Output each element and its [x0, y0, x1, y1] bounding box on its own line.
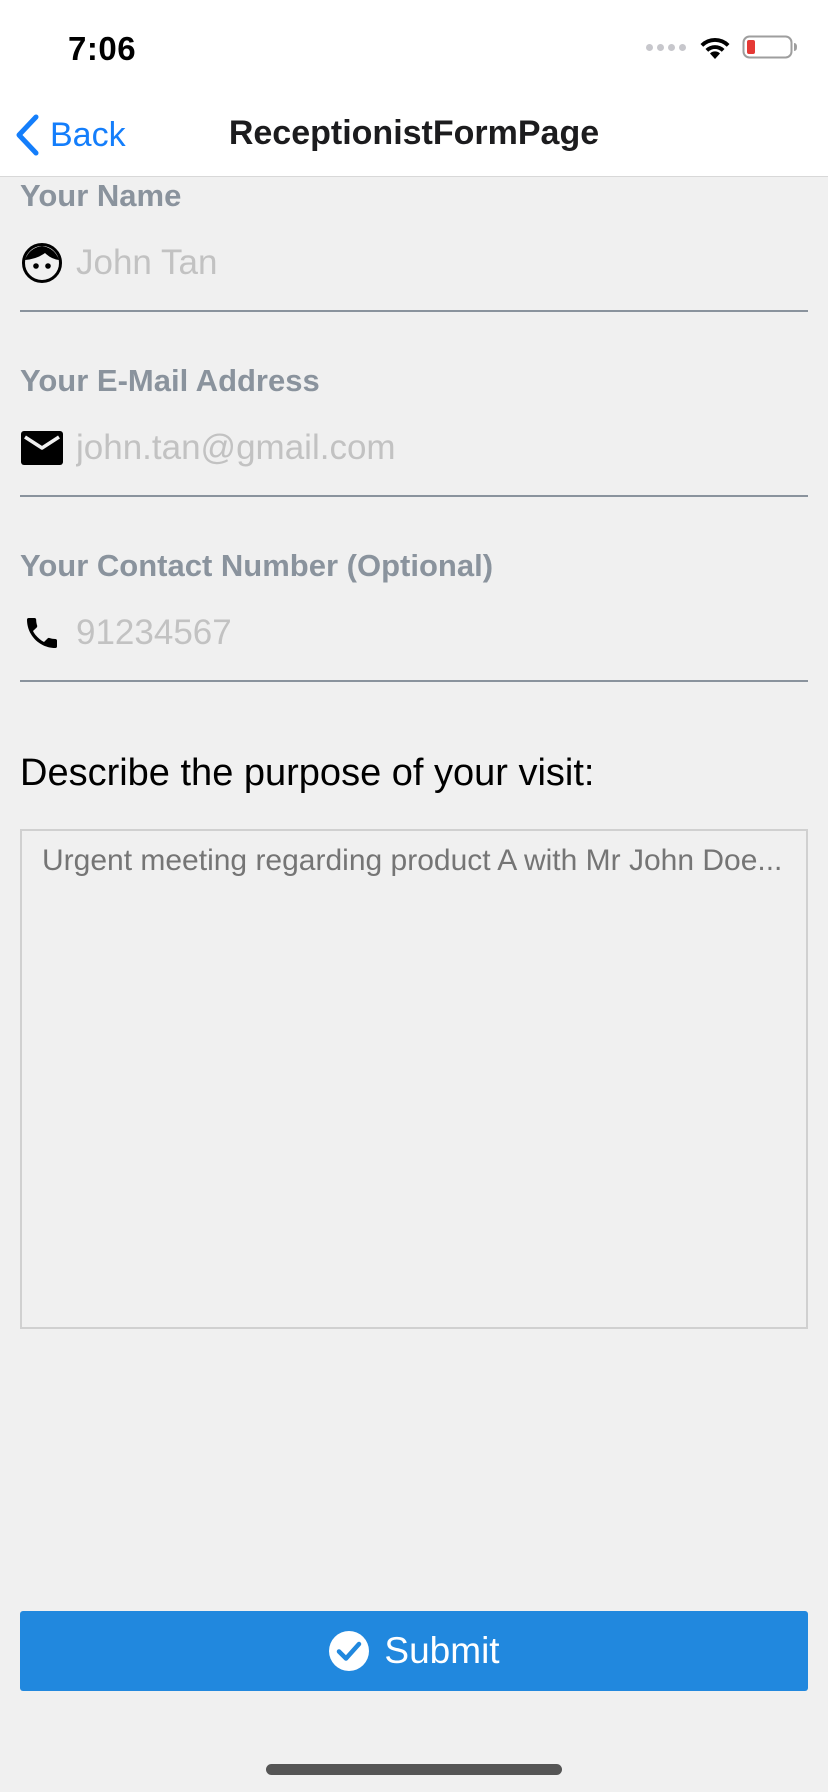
battery-low-icon	[742, 35, 797, 59]
wifi-icon	[700, 37, 730, 59]
home-indicator	[266, 1764, 562, 1775]
email-field-row	[20, 401, 808, 497]
name-input[interactable]	[76, 233, 808, 293]
email-field-group: Your E-Mail Address	[20, 361, 808, 497]
status-time: 7:06	[68, 30, 137, 67]
phone-field-row	[20, 586, 808, 682]
status-icons	[646, 34, 798, 60]
page-title: ReceptionistFormPage	[228, 114, 600, 152]
status-bar: 7:06	[0, 0, 828, 100]
phone-label: Your Contact Number (Optional)	[20, 548, 494, 583]
phone-icon	[20, 611, 64, 655]
check-circle-icon	[329, 1631, 370, 1671]
name-label: Your Name	[20, 178, 182, 213]
name-field-group: Your Name	[20, 176, 808, 312]
email-label: Your E-Mail Address	[20, 363, 320, 398]
mail-icon	[20, 426, 64, 470]
nav-bar: Back ReceptionistFormPage	[0, 100, 828, 177]
signal-dots-icon	[646, 43, 686, 51]
email-input[interactable]	[76, 418, 808, 478]
submit-button[interactable]: Submit	[20, 1611, 808, 1691]
purpose-textarea[interactable]	[20, 829, 808, 1329]
phone-input[interactable]	[76, 603, 808, 663]
submit-label: Submit	[384, 1630, 500, 1671]
face-icon	[20, 241, 64, 285]
purpose-label: Describe the purpose of your visit:	[20, 752, 595, 794]
phone-field-group: Your Contact Number (Optional)	[20, 546, 808, 682]
name-field-row	[20, 216, 808, 312]
